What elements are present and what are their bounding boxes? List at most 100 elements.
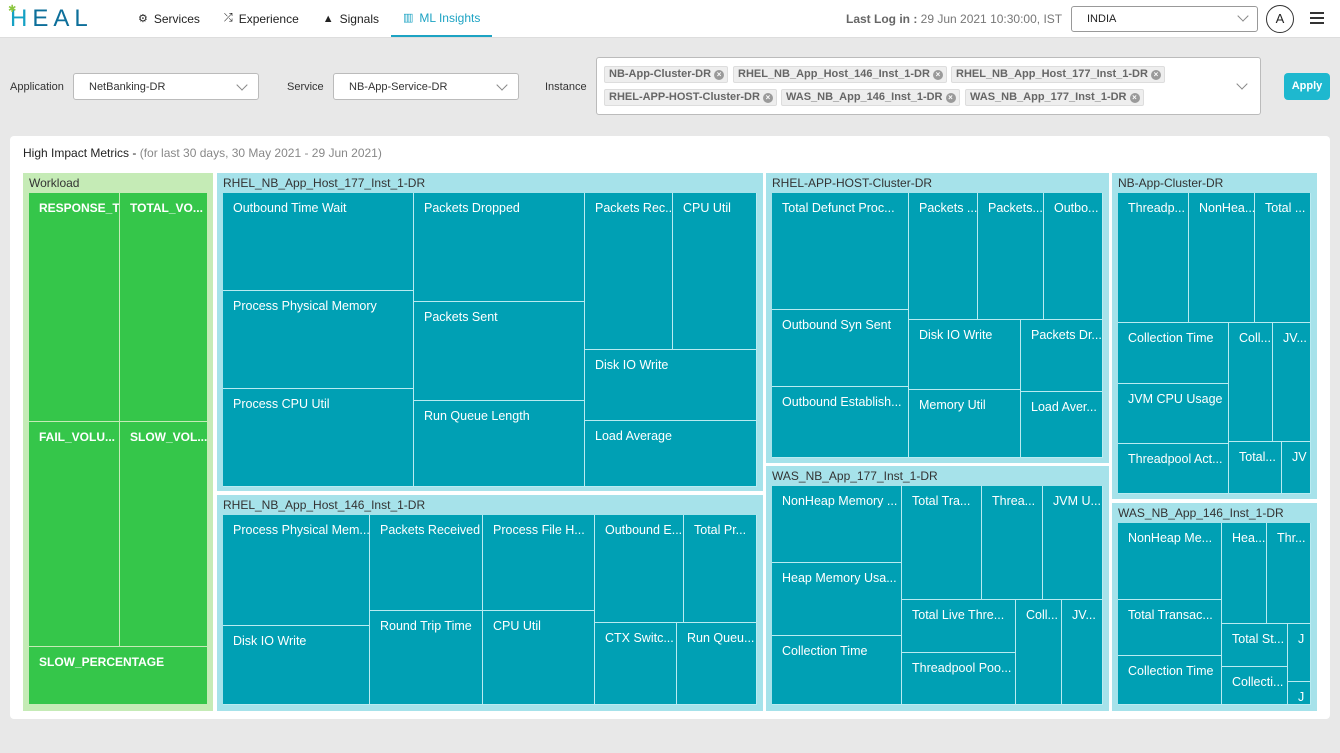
treemap-group-workload[interactable]: Workload RESPONSE_T... TOTAL_VO... FAIL_… — [23, 173, 213, 711]
application-select[interactable]: NetBanking-DR — [73, 73, 259, 100]
treemap-cell[interactable]: NonHea... — [1189, 193, 1255, 323]
treemap-cell[interactable]: Threadpool Poo... — [902, 653, 1016, 705]
remove-chip-icon[interactable]: × — [762, 93, 773, 103]
treemap-cell[interactable]: Collecti... — [1222, 667, 1288, 705]
treemap-cell[interactable]: Total Defunct Proc... — [772, 193, 909, 310]
application-label: Application — [10, 81, 64, 93]
treemap-cell[interactable]: Packets Received — [370, 515, 483, 611]
treemap-cell[interactable]: JVM CPU Usage — [1118, 384, 1229, 444]
treemap-cell[interactable]: Outbound Time Wait — [223, 193, 414, 291]
treemap-cell[interactable]: Process File H... — [483, 515, 595, 611]
last-login: Last Log in : 29 Jun 2021 10:30:00, IST — [846, 12, 1063, 26]
treemap-cell[interactable]: NonHeap Memory ... — [772, 486, 902, 563]
remove-chip-icon[interactable]: × — [714, 70, 725, 80]
treemap-group-nb-app-cluster[interactable]: NB-App-Cluster-DR Threadp... NonHea... T… — [1112, 173, 1317, 499]
remove-chip-icon[interactable]: × — [932, 70, 943, 80]
treemap-cell[interactable]: Threadp... — [1118, 193, 1189, 323]
instance-multiselect[interactable]: NB-App-Cluster-DR × RHEL_NB_App_Host_146_… — [596, 57, 1261, 115]
hamburger-menu-icon[interactable] — [1310, 12, 1324, 24]
nav-experience[interactable]: ⤮ Experience — [212, 0, 311, 37]
treemap-cell[interactable]: Load Aver... — [1021, 392, 1103, 458]
treemap-cell[interactable]: CTX Switc... — [595, 623, 677, 705]
treemap-cell[interactable]: Process Physical Memory — [223, 291, 414, 389]
treemap-cell[interactable]: Packets ... — [909, 193, 978, 320]
treemap-group-was-177[interactable]: WAS_NB_App_177_Inst_1-DR NonHeap Memory … — [766, 466, 1109, 711]
warning-icon: ▲ — [322, 12, 334, 25]
treemap-cell[interactable]: Total Live Thre... — [902, 600, 1016, 653]
treemap-cell[interactable]: Threa... — [982, 486, 1043, 600]
treemap-cell[interactable]: Packets Sent — [414, 302, 585, 401]
apply-button[interactable]: Apply — [1284, 73, 1330, 100]
treemap-cell[interactable]: J — [1288, 682, 1311, 705]
treemap-cell[interactable]: Total ... — [1255, 193, 1311, 323]
heal-logo[interactable]: ✱ HEAL — [8, 4, 93, 32]
treemap-group-host-cluster[interactable]: RHEL-APP-HOST-Cluster-DR Total Defunct P… — [766, 173, 1109, 463]
treemap-cell[interactable]: Run Queue Length — [414, 401, 585, 487]
treemap-cell[interactable]: Collection Time — [772, 636, 902, 705]
treemap-cell[interactable]: SLOW_VOL... — [120, 422, 208, 647]
treemap-group-was-146[interactable]: WAS_NB_App_146_Inst_1-DR NonHeap Me... T… — [1112, 503, 1317, 711]
treemap-cell[interactable]: Threadpool Act... — [1118, 444, 1229, 494]
remove-chip-icon[interactable]: × — [945, 93, 956, 103]
treemap-cell[interactable]: Collection Time — [1118, 656, 1222, 705]
treemap-cell[interactable]: Disk IO Write — [585, 350, 757, 421]
treemap-cell[interactable]: Process CPU Util — [223, 389, 414, 487]
service-label: Service — [287, 81, 324, 93]
user-avatar[interactable]: A — [1266, 5, 1294, 33]
treemap-cell[interactable]: Outbound E... — [595, 515, 684, 623]
treemap-cell[interactable]: Coll... — [1016, 600, 1062, 705]
treemap-cell[interactable]: JVM U... — [1043, 486, 1103, 600]
treemap-cell[interactable]: Total Pr... — [684, 515, 757, 623]
country-select[interactable]: INDIA — [1071, 6, 1258, 32]
treemap-cell[interactable]: Packets Dropped — [414, 193, 585, 302]
panel-title: High Impact Metrics - (for last 30 days,… — [23, 146, 382, 160]
treemap-cell[interactable]: Total Tra... — [902, 486, 982, 600]
treemap-cell[interactable]: Outbound Syn Sent — [772, 310, 909, 387]
instance-chip: WAS_NB_App_177_Inst_1-DR × — [965, 89, 1144, 106]
treemap-cell[interactable]: Round Trip Time — [370, 611, 483, 705]
treemap-cell[interactable]: JV — [1282, 442, 1311, 494]
treemap-cell[interactable]: TOTAL_VO... — [120, 193, 208, 422]
service-select[interactable]: NB-App-Service-DR — [333, 73, 519, 100]
treemap-cell[interactable]: JV... — [1273, 323, 1311, 442]
treemap-cell[interactable]: JV... — [1062, 600, 1103, 705]
treemap-cell[interactable]: J — [1288, 624, 1311, 682]
treemap-cell[interactable]: Disk IO Write — [223, 626, 370, 705]
treemap-cell[interactable]: Coll... — [1229, 323, 1273, 442]
treemap-cell[interactable]: Thr... — [1267, 523, 1311, 624]
nav-ml-insights[interactable]: ▥ ML Insights — [391, 0, 493, 37]
treemap-cell[interactable]: CPU Util — [483, 611, 595, 705]
treemap-cell[interactable]: Total St... — [1222, 624, 1288, 667]
treemap-cell[interactable]: Run Queu... — [677, 623, 757, 705]
treemap-cell[interactable]: FAIL_VOLU... — [29, 422, 120, 647]
treemap-cell[interactable]: NonHeap Me... — [1118, 523, 1222, 600]
shuffle-icon: ⤮ — [223, 12, 233, 24]
treemap-group-host-177[interactable]: RHEL_NB_App_Host_177_Inst_1-DR Outbound … — [217, 173, 763, 491]
treemap-cell[interactable]: Total... — [1229, 442, 1282, 494]
treemap-cell[interactable]: Outbound Establish... — [772, 387, 909, 458]
chevron-down-icon — [1236, 78, 1248, 90]
remove-chip-icon[interactable]: × — [1129, 93, 1140, 103]
treemap-cell[interactable]: Heap Memory Usa... — [772, 563, 902, 636]
treemap-cell[interactable]: Packets... — [978, 193, 1044, 320]
remove-chip-icon[interactable]: × — [1150, 70, 1161, 80]
instance-label: Instance — [545, 81, 587, 93]
treemap-cell[interactable]: Hea... — [1222, 523, 1267, 624]
treemap-cell[interactable]: Total Transac... — [1118, 600, 1222, 656]
treemap-cell[interactable]: Memory Util — [909, 390, 1021, 458]
treemap-cell[interactable]: Load Average — [585, 421, 757, 487]
nav-services[interactable]: ⚙ Services — [126, 0, 212, 37]
treemap-group-host-146[interactable]: RHEL_NB_App_Host_146_Inst_1-DR Process P… — [217, 495, 763, 711]
treemap-cell[interactable]: RESPONSE_T... — [29, 193, 120, 422]
treemap-cell[interactable]: Packets Rec... — [585, 193, 673, 350]
nav-signals[interactable]: ▲ Signals — [311, 0, 391, 37]
treemap-cell[interactable]: CPU Util — [673, 193, 757, 350]
treemap-cell[interactable]: Outbo... — [1044, 193, 1103, 320]
instance-chip: NB-App-Cluster-DR × — [604, 66, 729, 83]
treemap-cell[interactable]: SLOW_PERCENTAGE — [29, 647, 208, 705]
treemap-cell[interactable]: Collection Time — [1118, 323, 1229, 384]
treemap-cell[interactable]: Disk IO Write — [909, 320, 1021, 390]
treemap-cell[interactable]: Process Physical Mem... — [223, 515, 370, 626]
chevron-down-icon — [236, 79, 248, 91]
treemap-cell[interactable]: Packets Dr... — [1021, 320, 1103, 392]
